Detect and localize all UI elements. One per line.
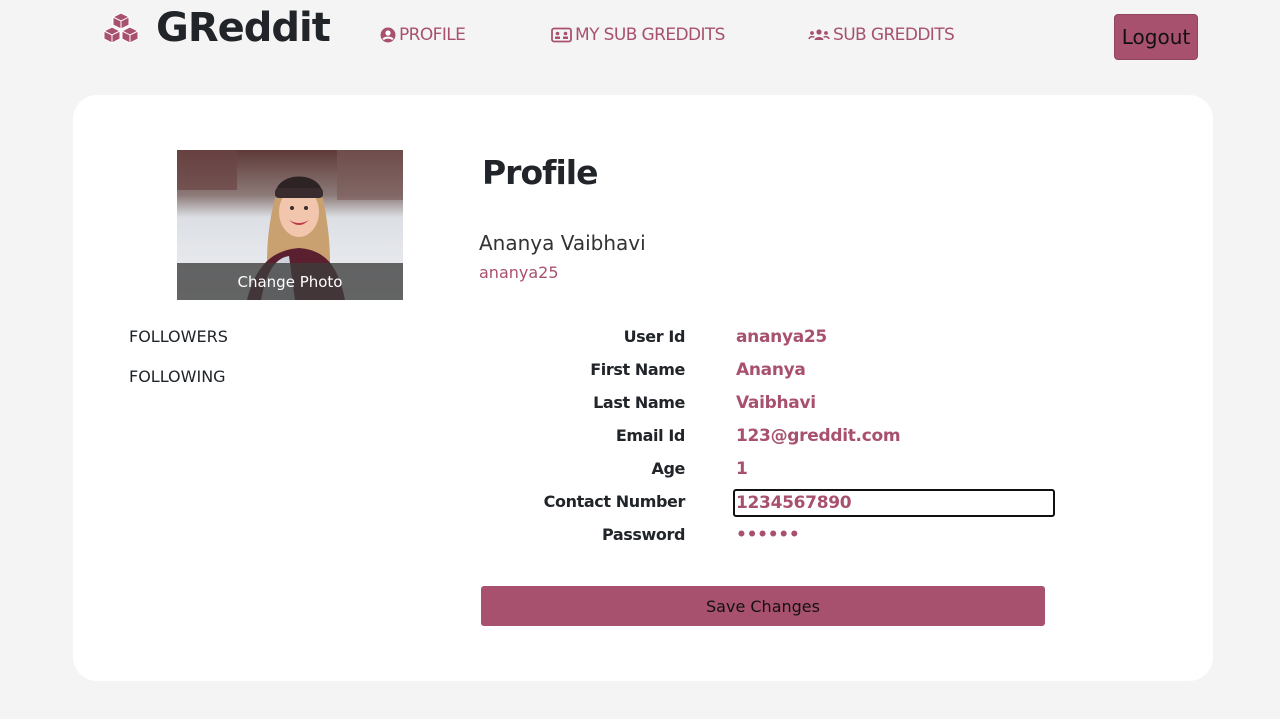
cubes-icon — [103, 12, 139, 44]
last-name-label: Last Name — [593, 393, 685, 412]
nav-profile[interactable]: PROFILE — [380, 25, 466, 45]
email-label: Email Id — [615, 426, 686, 445]
user-id-label: User Id — [623, 327, 686, 346]
id-card-icon — [551, 27, 572, 43]
user-id-value: ananya25 — [736, 327, 827, 347]
save-changes-button[interactable]: Save Changes — [481, 586, 1045, 626]
following-link[interactable]: FOLLOWING — [129, 367, 226, 386]
followers-link[interactable]: FOLLOWERS — [129, 327, 228, 346]
contact-number-input[interactable] — [733, 489, 1055, 517]
age-value[interactable]: 1 — [736, 459, 748, 479]
nav-profile-label: PROFILE — [399, 25, 466, 45]
profile-card: Change Photo FOLLOWERS FOLLOWING Profile… — [73, 95, 1213, 681]
brand-name: GReddit — [156, 5, 331, 51]
change-photo-button[interactable]: Change Photo — [177, 263, 403, 300]
nav-my-subgreddits[interactable]: MY SUB GREDDITS — [551, 25, 725, 45]
email-value[interactable]: 123@greddit.com — [736, 426, 901, 446]
age-label: Age — [651, 459, 686, 478]
first-name-label: First Name — [590, 360, 685, 379]
brand[interactable]: GReddit — [102, 5, 331, 51]
nav-my-subgreddits-label: MY SUB GREDDITS — [575, 25, 725, 45]
last-name-value[interactable]: Vaibhavi — [736, 393, 816, 413]
contact-number-label: Contact Number — [543, 492, 686, 511]
profile-photo[interactable]: Change Photo — [177, 150, 403, 300]
password-label: Password — [601, 525, 685, 544]
profile-username: ananya25 — [479, 263, 559, 282]
page-title: Profile — [482, 153, 598, 192]
profile-full-name: Ananya Vaibhavi — [479, 231, 646, 255]
nav-subgreddits[interactable]: SUB GREDDITS — [808, 25, 955, 45]
user-circle-icon — [380, 27, 396, 43]
nav-subgreddits-label: SUB GREDDITS — [833, 25, 955, 45]
users-icon — [808, 29, 830, 40]
logout-button[interactable]: Logout — [1114, 14, 1198, 60]
first-name-value[interactable]: Ananya — [736, 360, 806, 380]
password-value[interactable]: •••••• — [736, 525, 800, 545]
